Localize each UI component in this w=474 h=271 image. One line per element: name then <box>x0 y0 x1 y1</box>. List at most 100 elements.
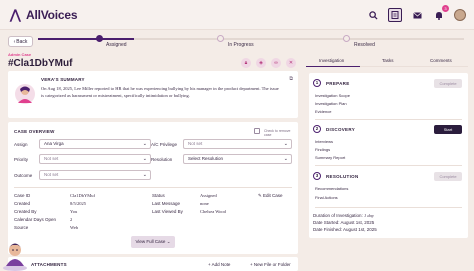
document-icon[interactable] <box>388 8 402 22</box>
step-dot-resolved <box>343 35 350 42</box>
add-note-button[interactable]: + Add Note <box>208 262 230 267</box>
meta-label: Created By <box>14 209 37 214</box>
progress-bar-complete <box>38 38 134 40</box>
tab-tasks[interactable]: Tasks <box>382 58 394 63</box>
bell-icon[interactable]: 3 <box>432 5 449 22</box>
chevron-left-icon: ‹ <box>13 38 16 45</box>
back-label: Back <box>16 38 28 45</box>
edit-case-label: Edit Case <box>263 193 283 198</box>
phase-item[interactable]: Evidence <box>315 109 331 114</box>
phase-complete-button[interactable]: Complete <box>434 79 462 88</box>
pencil-icon: ✎ <box>258 193 262 198</box>
duration-row: Duration of Investigation: 1 day <box>313 213 374 218</box>
date-finished-value: August 1st, 2025 <box>343 227 377 232</box>
meta-value: Cla1DbYMuf <box>70 193 95 198</box>
date-started-label: Date Started: <box>313 220 340 225</box>
phase-divider <box>315 119 462 120</box>
outcome-value: Not set <box>44 172 59 177</box>
phase-number: 1 <box>313 79 321 87</box>
view-full-case-button[interactable]: View Full Case ⌄ <box>131 236 175 248</box>
meta-label: Source <box>14 225 29 230</box>
case-id-title: #Cla1DbYMuf <box>8 58 73 69</box>
meta-value: You <box>70 209 78 214</box>
case-type-label: Admin Case <box>8 52 32 57</box>
add-file-button[interactable]: + New File or Folder <box>250 262 291 267</box>
tab-comments[interactable]: Comments <box>430 58 452 63</box>
tab-investigation[interactable]: Investigation <box>319 58 344 63</box>
avatar[interactable] <box>454 9 466 21</box>
phase-item[interactable]: Investigation Scope <box>315 93 350 98</box>
phase-title: DISCOVERY <box>326 127 356 132</box>
chevron-down-icon: ⌄ <box>166 239 171 244</box>
brand-logo[interactable]: ⋀ AllVoices <box>10 7 78 23</box>
vera-summary-title: VERA'S SUMMARY <box>41 77 85 82</box>
lock-icon[interactable]: 🔒︎ <box>241 58 251 68</box>
search-icon[interactable] <box>366 8 380 22</box>
date-finished-row: Date Finished: August 1st, 2025 <box>313 227 377 232</box>
phase-start-button[interactable]: Start <box>434 125 462 134</box>
meta-label: Last Viewed By <box>152 209 183 214</box>
mail-icon[interactable] <box>410 8 424 22</box>
phase-item[interactable]: Final Actions <box>315 195 338 200</box>
resolution-value: Select Resolution <box>188 156 224 161</box>
assign-select[interactable]: Ana Virga ⌄ <box>39 139 151 149</box>
remove-case-checkbox[interactable] <box>254 128 260 134</box>
step-label-assigned: Assigned <box>106 42 127 48</box>
remove-case-label: Check to remove case <box>264 129 291 137</box>
phase-complete-button[interactable]: Complete <box>434 172 462 181</box>
notification-badge: 3 <box>442 5 449 12</box>
date-started-row: Date Started: August 1st, 2025 <box>313 220 374 225</box>
phase-item[interactable]: Findings <box>315 147 330 152</box>
chevron-down-icon: ⌄ <box>283 156 288 162</box>
progress-bar-remaining <box>134 38 464 40</box>
phase-item[interactable]: Investigation Plan <box>315 101 347 106</box>
side-tabs: Investigation Tasks Comments <box>306 58 468 67</box>
add-file-label: New File or Folder <box>253 262 291 267</box>
attachments-title: ATTACHMENTS <box>31 262 67 267</box>
phase-item[interactable]: Summary Report <box>315 155 345 160</box>
meta-value: none <box>200 201 209 206</box>
priority-value: Not set <box>44 156 59 161</box>
phase-item[interactable]: Interviews <box>315 139 333 144</box>
chevron-down-icon: ⌄ <box>283 141 288 147</box>
date-finished-label: Date Finished: <box>313 227 343 232</box>
edit-case-button[interactable]: ✎ Edit Case <box>258 193 283 199</box>
meta-label: Last Message <box>152 201 181 206</box>
link-icon[interactable]: ∞ <box>271 58 281 68</box>
resolution-select[interactable]: Select Resolution ⌄ <box>183 154 292 164</box>
priority-select[interactable]: Not set ⌄ <box>39 154 151 164</box>
meta-label: Calendar Days Open <box>14 217 57 222</box>
tag-icon[interactable]: ◈ <box>256 58 266 68</box>
step-dot-assigned <box>96 35 103 42</box>
copy-icon[interactable]: ⧉ <box>289 76 293 82</box>
assistant-character-icon[interactable] <box>2 238 30 271</box>
privilege-label: A/C Privilege <box>151 142 178 147</box>
phase-number: 3 <box>313 172 321 180</box>
outcome-select[interactable]: Not set ⌄ <box>39 170 151 180</box>
meta-value: Chelsea Wood <box>200 209 226 214</box>
allvoices-logo-icon: ⋀ <box>10 7 21 22</box>
vera-summary-text: On Aug 18, 2025, Lee Miller reported to … <box>41 86 279 98</box>
meta-label: Case ID <box>14 193 31 198</box>
plus-icon: + <box>250 262 253 267</box>
step-label-resolved: Resolved <box>354 42 375 48</box>
top-bar: ⋀ AllVoices 3 <box>0 0 474 30</box>
date-started-value: August 1st, 2025 <box>340 220 375 225</box>
phase-item[interactable]: Recommendations <box>315 186 348 191</box>
privilege-value: Not set <box>188 141 203 146</box>
phase-title: PREPARE <box>326 81 350 86</box>
tab-divider <box>360 66 468 67</box>
trash-icon[interactable]: ✕ <box>286 58 296 68</box>
vera-summary-card: VERA'S SUMMARY On Aug 18, 2025, Lee Mill… <box>8 71 298 118</box>
vera-illustration-icon <box>15 84 35 104</box>
duration-value: 1 day <box>364 213 374 218</box>
chevron-down-icon: ⌄ <box>142 172 147 178</box>
chevron-down-icon: ⌄ <box>142 156 147 162</box>
back-button[interactable]: ‹ Back <box>8 36 33 47</box>
top-icon-bar: 3 <box>366 5 466 22</box>
plus-icon: + <box>208 262 211 267</box>
privilege-select[interactable]: Not set ⌄ <box>183 139 292 149</box>
active-tab-indicator <box>306 66 360 67</box>
step-dot-in-progress <box>217 35 224 42</box>
step-label-in-progress: In Progress <box>228 42 254 48</box>
